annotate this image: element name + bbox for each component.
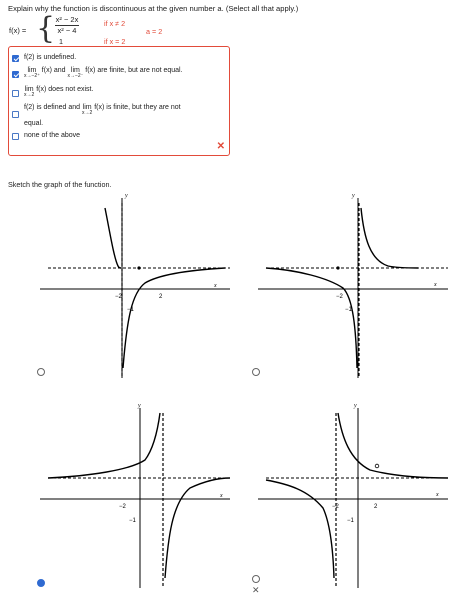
graph-option-3-radio[interactable] <box>37 579 45 587</box>
choice-2-label: lim x→−2⁺ f(x) and lim x→−2⁻ f(x) are fini… <box>24 67 183 79</box>
graph4-x-label: x <box>435 492 439 498</box>
choice-1-checkbox[interactable] <box>12 55 19 62</box>
graph1-neg1-label: −1 <box>127 307 135 313</box>
choice-4-label: f(2) is defined and lim x→2 f(x) is finit… <box>24 104 181 116</box>
graph3-neg2-label: −2 <box>119 504 127 510</box>
function-label: f(x) = <box>9 26 27 35</box>
graph1-neg2-label: −2 <box>115 294 123 300</box>
incorrect-x-icon: ✕ <box>216 141 225 152</box>
graph3-neg1-label: −1 <box>129 518 137 524</box>
graph-option-4-radio[interactable] <box>252 575 260 583</box>
graph4-two-label: 2 <box>374 504 378 510</box>
choice-2-checkbox[interactable] <box>12 71 19 78</box>
piece1-condition: if x ≠ 2 <box>104 19 126 28</box>
graph3-y-label: y <box>137 403 141 409</box>
graph3-x-label: x <box>219 493 223 499</box>
graph2-neg2-label: −2 <box>336 294 344 300</box>
graph4-neg2-label: −2 <box>332 504 340 510</box>
piece1-fraction: x² − 2x x² − 4 <box>54 15 80 36</box>
piecewise-brace: { <box>36 11 56 46</box>
graph-option-4: x y −2 2 −1 <box>258 403 449 588</box>
choice-3-checkbox[interactable] <box>12 90 19 97</box>
graph2-x-label: x <box>433 282 437 288</box>
choice-4-checkbox[interactable] <box>12 111 19 118</box>
piece2-condition: if x = 2 <box>104 37 126 46</box>
graph2-neg1-label: −1 <box>345 307 353 313</box>
graph1-y-label: y <box>124 193 128 199</box>
choice-4-label-cont: equal. <box>24 120 44 127</box>
incorrect-small-x-icon: ✕ <box>252 585 260 595</box>
graph-option-3: x y −2 −1 <box>40 403 231 588</box>
choice-1-label: f(2) is undefined. <box>24 54 77 61</box>
choices-box: f(2) is undefined. lim x→−2⁺ f(x) and lim… <box>8 46 230 156</box>
piece1-denominator: x² − 4 <box>57 26 77 35</box>
choice-5-checkbox[interactable] <box>12 133 19 140</box>
graph1-two-label: 2 <box>159 294 163 300</box>
piece1-numerator: x² − 2x <box>55 15 79 24</box>
choice-5-label: none of the above <box>24 132 81 139</box>
graph2-y-label: y <box>351 193 355 199</box>
piece2-value: 1 <box>59 37 63 46</box>
choice-3-label: lim x→2 f(x) does not exist. <box>24 86 94 98</box>
graph-option-1: x y −2 2 −1 <box>40 193 230 378</box>
graph1-x-label: x <box>213 283 217 289</box>
a-value: a = 2 <box>146 27 163 36</box>
graph-option-1-radio[interactable] <box>37 368 45 376</box>
graph-option-2: x y −2 −1 <box>258 193 448 378</box>
graph-option-2-radio[interactable] <box>252 368 260 376</box>
graph4-neg1-label: −1 <box>347 518 355 524</box>
graph4-y-label: y <box>353 403 357 409</box>
